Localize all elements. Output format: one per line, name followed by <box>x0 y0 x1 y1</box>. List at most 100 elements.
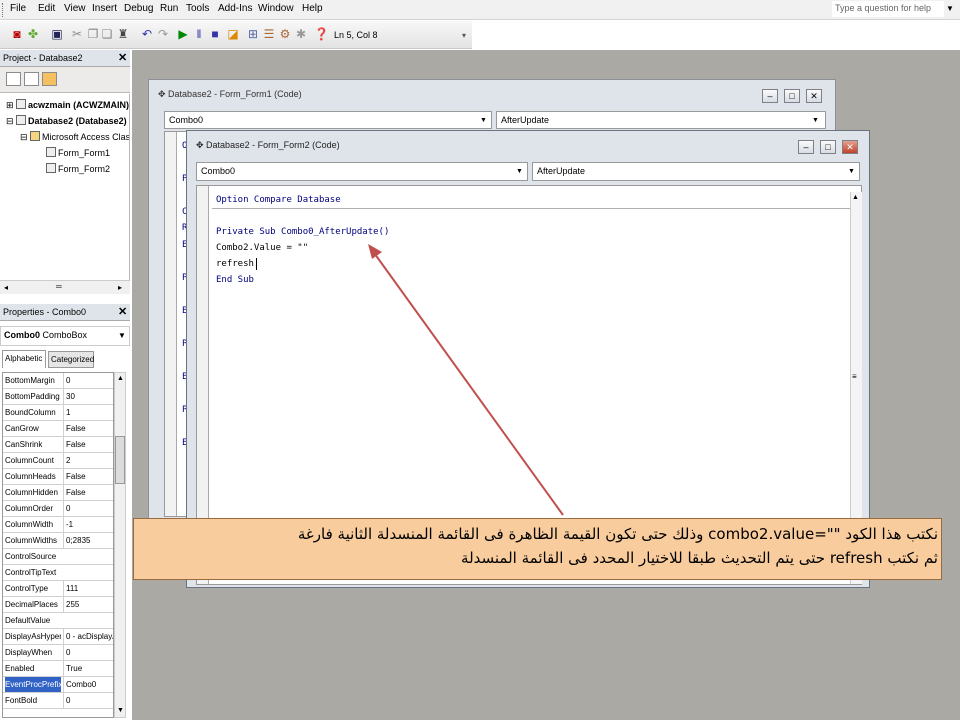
property-value[interactable]: 2 <box>63 453 113 468</box>
procedure-select[interactable]: AfterUpdate <box>532 162 860 181</box>
property-row[interactable]: ColumnWidth -1 <box>3 517 113 533</box>
tree-horizontal-scrollbar[interactable]: ◂ ═ ▸ <box>0 280 130 294</box>
property-value[interactable]: 1 <box>63 405 113 420</box>
menu-add-ins[interactable]: Add-Ins <box>218 3 252 14</box>
code-text[interactable]: Option Compare Database Private Sub Comb… <box>216 192 389 288</box>
maximize-button[interactable]: □ <box>820 140 836 154</box>
copy-icon[interactable]: ❐ <box>86 27 100 41</box>
help-icon[interactable]: ❓ <box>314 27 329 41</box>
chevron-down-icon[interactable]: ▼ <box>118 331 126 340</box>
property-row[interactable]: CanShrink False <box>3 437 113 453</box>
property-value[interactable]: 0 <box>63 693 113 708</box>
undo-icon[interactable]: ↶ <box>140 27 154 41</box>
tree-node-form1[interactable]: Form_Form1 <box>46 146 110 160</box>
property-row[interactable]: BottomMargin 0 <box>3 373 113 389</box>
property-row[interactable]: BottomPadding 30 <box>3 389 113 405</box>
properties-vertical-scrollbar[interactable]: ▲ ▼ <box>114 372 126 718</box>
cut-icon[interactable]: ✂ <box>70 27 84 41</box>
chevron-down-icon[interactable]: ▼ <box>848 168 855 175</box>
find-icon[interactable]: ♜ <box>116 27 130 41</box>
property-row[interactable]: FontBold 0 <box>3 693 113 709</box>
property-value[interactable]: False <box>63 421 113 436</box>
property-value[interactable]: True <box>63 661 113 676</box>
menu-window[interactable]: Window <box>258 3 294 14</box>
tree-node-database2[interactable]: ⊟ Database2 (Database2) <box>6 114 127 128</box>
property-value[interactable]: 255 <box>63 597 113 612</box>
menu-tools[interactable]: Tools <box>186 3 209 14</box>
property-row[interactable]: CanGrow False <box>3 421 113 437</box>
save-icon[interactable]: ▣ <box>50 27 64 41</box>
tab-alphabetic[interactable]: Alphabetic <box>2 350 46 368</box>
toolbox-icon[interactable]: ✱ <box>294 27 308 41</box>
scroll-down-icon[interactable]: ▼ <box>117 707 124 714</box>
close-button[interactable]: ✕ <box>806 89 822 103</box>
menu-file[interactable]: File <box>10 3 26 14</box>
property-row[interactable]: ColumnHidden False <box>3 485 113 501</box>
minimize-button[interactable]: – <box>762 89 778 103</box>
property-row[interactable]: DefaultValue <box>3 613 113 629</box>
properties-window-icon[interactable]: ☰ <box>262 27 276 41</box>
tree-node-acwzmain[interactable]: ⊞ acwzmain (ACWZMAIN) <box>6 98 129 112</box>
property-value[interactable]: 0 <box>63 373 113 388</box>
tree-node-form2[interactable]: Form_Form2 <box>46 162 110 176</box>
property-value[interactable]: 30 <box>63 389 113 404</box>
close-icon[interactable]: ✕ <box>118 51 130 65</box>
property-row[interactable]: EventProcPrefix Combo0 <box>3 677 113 693</box>
property-value[interactable]: 0;2835 <box>63 533 113 548</box>
chevron-down-icon[interactable]: ▼ <box>516 168 523 175</box>
chevron-down-icon[interactable]: ▼ <box>480 117 487 124</box>
view-access-icon[interactable]: ◙ <box>10 27 24 41</box>
close-button[interactable]: ✕ <box>842 140 858 154</box>
chevron-down-icon[interactable]: ▼ <box>946 4 954 13</box>
property-value[interactable]: 0 - acDisplayAs <box>63 629 113 644</box>
scroll-right-icon[interactable]: ▸ <box>118 283 122 292</box>
scroll-thumb[interactable] <box>115 436 125 484</box>
scroll-up-icon[interactable]: ▲ <box>117 375 124 382</box>
tab-categorized[interactable]: Categorized <box>48 351 94 368</box>
reset-icon[interactable]: ■ <box>208 27 222 41</box>
property-value[interactable]: False <box>63 469 113 484</box>
scroll-left-icon[interactable]: ◂ <box>4 283 8 292</box>
menu-debug[interactable]: Debug <box>124 3 153 14</box>
help-question-input[interactable]: Type a question for help <box>832 1 944 17</box>
menu-insert[interactable]: Insert <box>92 3 117 14</box>
insert-module-icon[interactable]: ✤ <box>26 27 40 41</box>
property-row[interactable]: ControlTipText <box>3 565 113 581</box>
project-explorer-icon[interactable]: ⊞ <box>246 27 260 41</box>
property-row[interactable]: ColumnHeads False <box>3 469 113 485</box>
chevron-down-icon[interactable]: ▼ <box>812 117 819 124</box>
property-value[interactable]: 0 <box>63 501 113 516</box>
redo-icon[interactable]: ↷ <box>156 27 170 41</box>
property-row[interactable]: BoundColumn 1 <box>3 405 113 421</box>
tree-node-class-objects[interactable]: ⊟ Microsoft Access Class O <box>20 130 129 144</box>
property-value[interactable]: False <box>63 485 113 500</box>
scroll-up-icon[interactable]: ▲ <box>852 194 859 201</box>
break-icon[interactable]: ‖ <box>192 27 206 41</box>
property-row[interactable]: ColumnWidths 0;2835 <box>3 533 113 549</box>
property-row[interactable]: ControlSource <box>3 549 113 565</box>
property-value[interactable]: 0 <box>63 645 113 660</box>
design-mode-icon[interactable]: ◪ <box>226 27 240 41</box>
procedure-select[interactable]: AfterUpdate <box>496 111 826 129</box>
property-row[interactable]: Enabled True <box>3 661 113 677</box>
menu-view[interactable]: View <box>64 3 86 14</box>
view-object-button[interactable] <box>24 72 39 86</box>
property-value[interactable]: -1 <box>63 517 113 532</box>
object-browser-icon[interactable]: ⚙ <box>278 27 292 41</box>
toolbar-options-icon[interactable]: ▾ <box>462 31 468 45</box>
run-icon[interactable]: ▶ <box>176 27 190 41</box>
property-row[interactable]: DisplayWhen 0 <box>3 645 113 661</box>
object-select[interactable]: Combo0 <box>164 111 492 129</box>
properties-object-select[interactable]: Combo0 ComboBox <box>0 326 130 346</box>
property-value[interactable]: 111 <box>63 581 113 596</box>
menu-help[interactable]: Help <box>302 3 323 14</box>
menu-run[interactable]: Run <box>160 3 178 14</box>
close-icon[interactable]: ✕ <box>118 305 130 319</box>
maximize-button[interactable]: □ <box>784 89 800 103</box>
scroll-thumb-icon[interactable]: ≡ <box>852 372 857 381</box>
minimize-button[interactable]: – <box>798 140 814 154</box>
property-row[interactable]: ColumnOrder 0 <box>3 501 113 517</box>
menu-edit[interactable]: Edit <box>38 3 55 14</box>
property-row[interactable]: DecimalPlaces 255 <box>3 597 113 613</box>
menu-grip[interactable] <box>2 3 5 17</box>
